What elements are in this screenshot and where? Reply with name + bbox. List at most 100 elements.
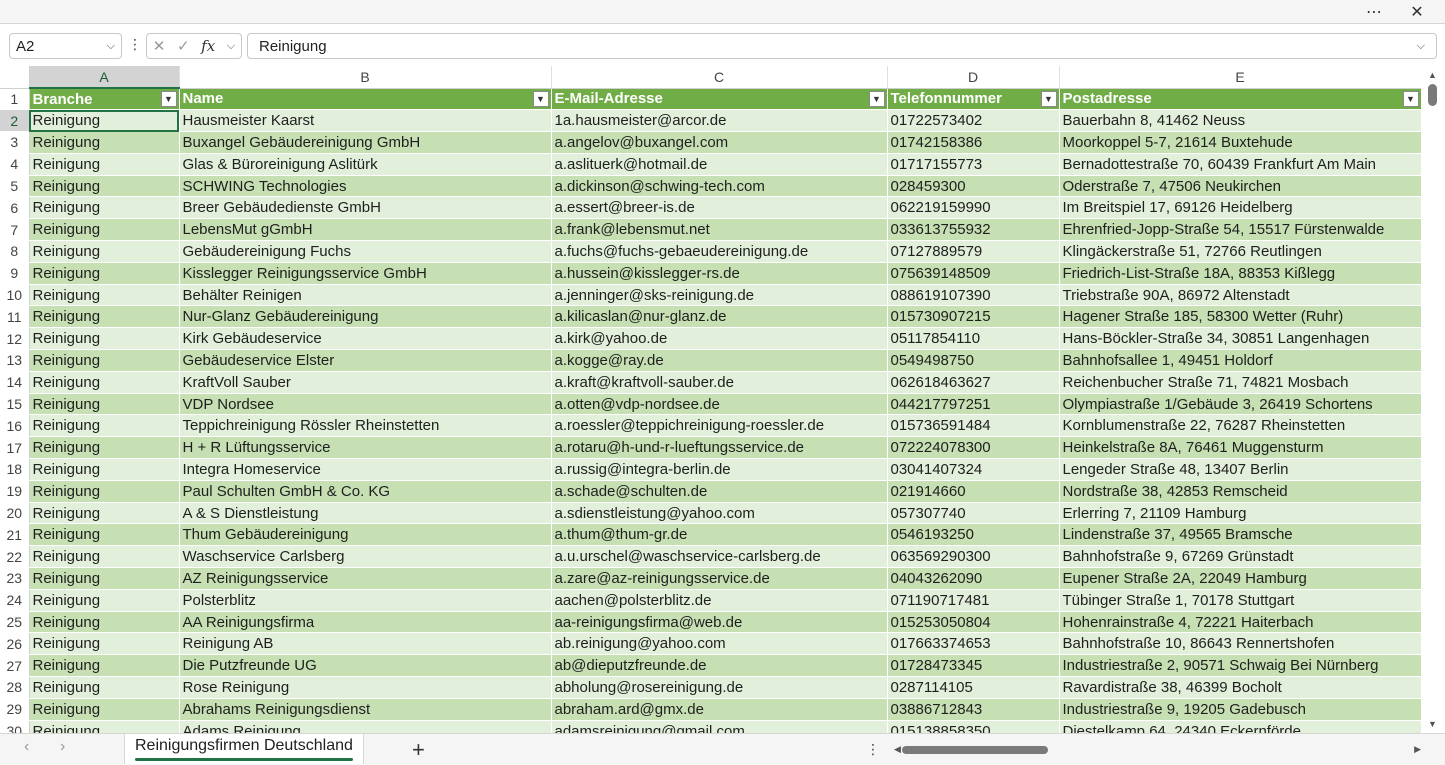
scroll-down-icon[interactable]: ▼ (1428, 719, 1437, 729)
row-number[interactable]: 6 (0, 196, 30, 220)
cell-postadresse[interactable]: Hans-Böckler-Straße 34, 30851 Langenhage… (1059, 327, 1422, 351)
row-number[interactable]: 14 (0, 371, 30, 394)
cell-branche[interactable]: Reinigung (29, 371, 180, 394)
cell-telefon[interactable]: 01728473345 (887, 654, 1060, 678)
header-cell-branche[interactable]: Branche ▼ (29, 88, 180, 111)
cell-name[interactable]: Gebäudereinigung Fuchs (179, 240, 552, 263)
cell-telefon[interactable]: 03886712843 (887, 698, 1060, 721)
cell-telefon[interactable]: 033613755932 (887, 218, 1060, 242)
cell-name[interactable]: Reinigung AB (179, 632, 552, 656)
select-all-corner[interactable] (0, 66, 30, 89)
row-number[interactable]: 2 (0, 109, 30, 133)
cell-postadresse[interactable]: Klingäckerstraße 51, 72766 Reutlingen (1059, 240, 1422, 263)
column-header-e[interactable]: E (1059, 66, 1422, 89)
cell-name[interactable]: Adams Reinigung (179, 720, 552, 733)
row-number[interactable]: 16 (0, 414, 30, 438)
cell-branche[interactable]: Reinigung (29, 284, 180, 307)
cell-email[interactable]: ab.reinigung@yahoo.com (551, 632, 888, 656)
cell-postadresse[interactable]: Friedrich-List-Straße 18A, 88353 Kißlegg (1059, 262, 1422, 285)
cell-branche[interactable]: Reinigung (29, 131, 180, 154)
cell-branche[interactable]: Reinigung (29, 414, 180, 438)
row-number[interactable]: 12 (0, 327, 30, 351)
cell-email[interactable]: a.essert@breer-is.de (551, 196, 888, 220)
cell-email[interactable]: aa-reinigungsfirma@web.de (551, 611, 888, 634)
cell-email[interactable]: a.roessler@teppichreinigung-roessler.de (551, 414, 888, 438)
vertical-scroll-thumb[interactable] (1428, 84, 1437, 106)
row-number[interactable]: 7 (0, 218, 30, 242)
cell-name[interactable]: AA Reinigungsfirma (179, 611, 552, 634)
cell-telefon[interactable]: 04043262090 (887, 567, 1060, 590)
cell-postadresse[interactable]: Bernadottestraße 70, 60439 Frankfurt Am … (1059, 153, 1422, 176)
check-icon[interactable]: ✓ (177, 37, 190, 55)
cell-name[interactable]: SCHWING Technologies (179, 175, 552, 198)
cell-branche[interactable]: Reinigung (29, 480, 180, 503)
chevron-down-icon[interactable]: ⌵ (107, 40, 115, 53)
cell-telefon[interactable]: 071190717481 (887, 589, 1060, 612)
cell-postadresse[interactable]: Erlerring 7, 21109 Hamburg (1059, 502, 1422, 525)
cell-telefon[interactable]: 0287114105 (887, 676, 1060, 699)
cell-postadresse[interactable]: Kornblumenstraße 22, 76287 Rheinstetten (1059, 414, 1422, 438)
cell-postadresse[interactable]: Industriestraße 2, 90571 Schwaig Bei Nür… (1059, 654, 1422, 678)
cell-email[interactable]: a.kirk@yahoo.de (551, 327, 888, 351)
row-number[interactable]: 5 (0, 175, 30, 198)
cell-postadresse[interactable]: Ehrenfried-Jopp-Straße 54, 15517 Fürsten… (1059, 218, 1422, 242)
expand-formula-icon[interactable]: ⌵ (1417, 40, 1425, 53)
cell-email[interactable]: ab@dieputzfreunde.de (551, 654, 888, 678)
row-number[interactable]: 24 (0, 589, 30, 612)
cell-name[interactable]: Die Putzfreunde UG (179, 654, 552, 678)
cell-telefon[interactable]: 088619107390 (887, 284, 1060, 307)
spreadsheet-grid[interactable]: A B C D E 1 Branche ▼ Name ▼ E-Mail-Adress… (0, 66, 1445, 733)
cell-telefon[interactable]: 015138858350 (887, 720, 1060, 733)
cell-name[interactable]: Buxangel Gebäudereinigung GmbH (179, 131, 552, 154)
row-number[interactable]: 30 (0, 720, 30, 733)
cell-branche[interactable]: Reinigung (29, 676, 180, 699)
cell-branche[interactable]: Reinigung (29, 175, 180, 198)
cell-postadresse[interactable]: Tübinger Straße 1, 70178 Stuttgart (1059, 589, 1422, 612)
cell-postadresse[interactable]: Triebstraße 90A, 86972 Altenstadt (1059, 284, 1422, 307)
cell-postadresse[interactable]: Bahnhofsallee 1, 49451 Holdorf (1059, 349, 1422, 372)
cell-name[interactable]: Breer Gebäudedienste GmbH (179, 196, 552, 220)
cell-postadresse[interactable]: Moorkoppel 5-7, 21614 Buxtehude (1059, 131, 1422, 154)
cell-branche[interactable]: Reinigung (29, 305, 180, 329)
header-cell-postadresse[interactable]: Postadresse ▼ (1059, 88, 1422, 111)
cell-telefon[interactable]: 015253050804 (887, 611, 1060, 634)
cell-branche[interactable]: Reinigung (29, 458, 180, 481)
cell-name[interactable]: Rose Reinigung (179, 676, 552, 699)
cell-email[interactable]: a.kilicaslan@nur-glanz.de (551, 305, 888, 329)
cell-telefon[interactable]: 01722573402 (887, 109, 1060, 133)
filter-dropdown-icon[interactable]: ▼ (868, 90, 885, 107)
cell-name[interactable]: H + R Lüftungsservice (179, 436, 552, 460)
filter-dropdown-icon[interactable]: ▼ (1040, 90, 1057, 107)
cell-name[interactable]: Integra Homeservice (179, 458, 552, 481)
cell-branche[interactable]: Reinigung (29, 393, 180, 416)
scroll-up-icon[interactable]: ▲ (1428, 70, 1437, 80)
row-number[interactable]: 8 (0, 240, 30, 263)
cell-branche[interactable]: Reinigung (29, 109, 180, 133)
name-box[interactable]: A2 ⌵ (9, 33, 122, 59)
row-number[interactable]: 15 (0, 393, 30, 416)
cell-postadresse[interactable]: Diestelkamp 64, 24340 Eckernförde (1059, 720, 1422, 733)
row-number[interactable]: 17 (0, 436, 30, 460)
row-number[interactable]: 18 (0, 458, 30, 481)
cell-branche[interactable]: Reinigung (29, 632, 180, 656)
header-cell-name[interactable]: Name ▼ (179, 88, 552, 111)
row-number[interactable]: 9 (0, 262, 30, 285)
cell-branche[interactable]: Reinigung (29, 327, 180, 351)
row-number[interactable]: 10 (0, 284, 30, 307)
cell-email[interactable]: a.kogge@ray.de (551, 349, 888, 372)
cell-telefon[interactable]: 05117854110 (887, 327, 1060, 351)
cell-name[interactable]: Glas & Büroreinigung Aslitürk (179, 153, 552, 176)
cell-email[interactable]: a.sdienstleistung@yahoo.com (551, 502, 888, 525)
row-number[interactable]: 19 (0, 480, 30, 503)
cell-postadresse[interactable]: Reichenbucher Straße 71, 74821 Mosbach (1059, 371, 1422, 394)
next-sheet-icon[interactable]: › (60, 738, 65, 756)
cell-telefon[interactable]: 015736591484 (887, 414, 1060, 438)
cell-postadresse[interactable]: Im Breitspiel 17, 69126 Heidelberg (1059, 196, 1422, 220)
row-number[interactable]: 28 (0, 676, 30, 699)
filter-dropdown-icon[interactable]: ▼ (532, 90, 549, 107)
row-number[interactable]: 29 (0, 698, 30, 721)
cell-name[interactable]: A & S Dienstleistung (179, 502, 552, 525)
cell-branche[interactable]: Reinigung (29, 502, 180, 525)
vertical-scrollbar[interactable]: ▲ ▼ (1421, 66, 1445, 733)
cell-postadresse[interactable]: Ravardistraße 38, 46399 Bocholt (1059, 676, 1422, 699)
